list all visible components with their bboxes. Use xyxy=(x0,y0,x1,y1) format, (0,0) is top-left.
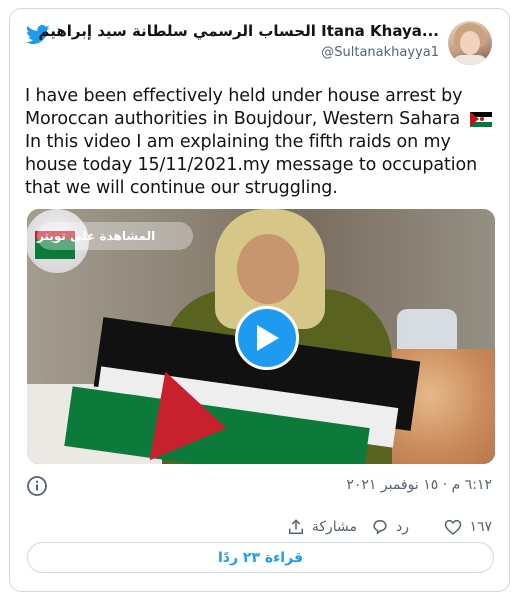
display-name[interactable]: ...Itana Khaya الحساب الرسمي سلطانة سيد … xyxy=(39,22,439,40)
views-badge[interactable]: المشاهدة على تويتر xyxy=(37,222,193,250)
like-action[interactable]: ١٦٧ xyxy=(443,514,492,540)
action-bar: ١٦٧ رد مشاركة xyxy=(10,514,509,540)
play-icon xyxy=(257,325,279,351)
heart-icon xyxy=(445,519,462,536)
tweet-text-continued: In this video I am explaining the fifth … xyxy=(25,132,478,198)
tweet-text-main: I have been effectively held under house… xyxy=(25,86,463,129)
video-player[interactable]: المشاهدة على تويتر xyxy=(27,209,495,464)
tweet-text: I have been effectively held under house… xyxy=(25,85,495,200)
avatar[interactable] xyxy=(448,21,492,65)
tweet-header: ...Itana Khaya الحساب الرسمي سلطانة سيد … xyxy=(10,9,509,73)
play-button[interactable] xyxy=(235,306,299,370)
user-handle[interactable]: @Sultanakhayya1 xyxy=(321,45,439,60)
share-action[interactable]: مشاركة xyxy=(286,514,357,540)
info-icon[interactable] xyxy=(26,475,48,497)
reply-action[interactable]: رد xyxy=(370,514,409,540)
tweet-card[interactable]: ...Itana Khaya الحساب الرسمي سلطانة سيد … xyxy=(9,8,510,592)
reply-icon xyxy=(373,519,387,535)
timestamp[interactable]: ٦:١٢ م · ١٥ نوفمبر ٢٠٢١ xyxy=(346,477,492,493)
western-sahara-flag-icon xyxy=(469,112,492,127)
share-icon xyxy=(288,519,303,534)
share-label: مشاركة xyxy=(311,519,357,535)
read-replies-button[interactable]: قراءة ٢٣ ردًا xyxy=(27,542,494,573)
like-count: ١٦٧ xyxy=(469,519,492,535)
reply-label: رد xyxy=(396,519,409,535)
